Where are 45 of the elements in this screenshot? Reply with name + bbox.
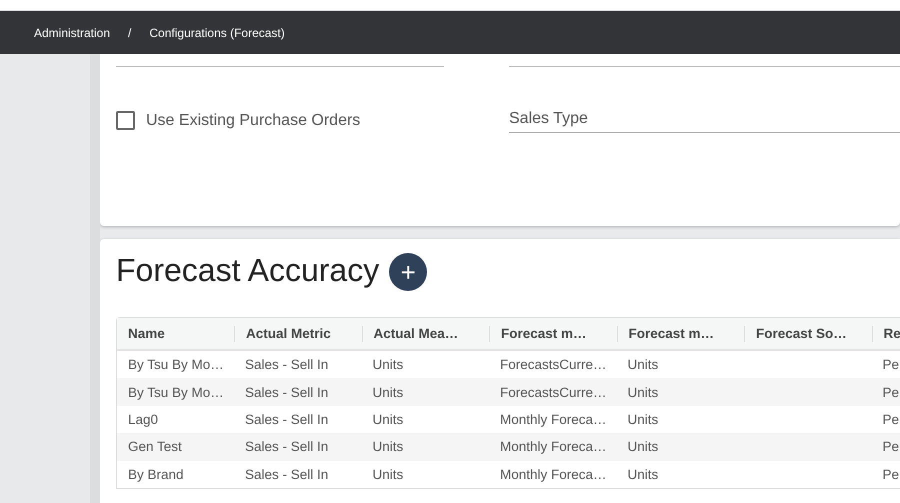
add-button[interactable]: + xyxy=(389,253,428,291)
table-cell: By Brand xyxy=(128,466,184,482)
column-header[interactable]: Actual Metric xyxy=(234,326,362,342)
sales-type-field[interactable]: Sales Type xyxy=(509,110,900,133)
table-cell: Units xyxy=(372,412,404,427)
checkbox[interactable] xyxy=(116,111,135,130)
checkbox-label: Use Existing Purchase Orders xyxy=(146,112,360,130)
column-header[interactable]: Actual Mea… xyxy=(362,326,489,342)
table-cell: Monthly Foreca… xyxy=(500,439,607,454)
table-cell: Pe xyxy=(882,412,900,427)
table-cell: By Tsu By Mo… xyxy=(128,384,224,400)
section-title: Forecast Accuracy xyxy=(116,252,380,288)
table-cell: Sales - Sell In xyxy=(245,384,328,400)
table-cell: Units xyxy=(372,357,404,372)
table-cell: Units xyxy=(628,466,658,482)
table-cell: Sales - Sell In xyxy=(245,439,328,454)
breadcrumb-separator: / xyxy=(128,26,132,40)
table-cell: Pe xyxy=(882,357,900,372)
table-cell: Units xyxy=(628,439,658,454)
table-cell: Units xyxy=(372,466,404,482)
table-cell: Units xyxy=(628,384,658,400)
table-cell: ForecastsCurre… xyxy=(500,357,607,372)
table-cell: Units xyxy=(372,384,404,400)
column-header[interactable]: Re xyxy=(872,326,900,342)
table-cell: Units xyxy=(372,439,404,454)
table-cell: ForecastsCurre… xyxy=(500,384,607,400)
column-header[interactable]: Forecast So… xyxy=(744,326,872,342)
breadcrumb-link[interactable]: Administration xyxy=(34,26,110,40)
table-cell: Pe xyxy=(882,466,900,482)
table-cell: Sales - Sell In xyxy=(245,466,328,482)
column-header[interactable]: Forecast m… xyxy=(489,326,616,342)
table-cell: Monthly Foreca… xyxy=(500,466,607,482)
table-cell: Sales - Sell In xyxy=(245,412,328,427)
table-cell: Sales - Sell In xyxy=(245,357,328,372)
table-cell: Units xyxy=(628,412,658,427)
breadcrumb-link[interactable]: Configurations (Forecast) xyxy=(149,26,285,40)
table-cell: Pe xyxy=(882,384,900,400)
table-cell: Lag0 xyxy=(128,412,158,427)
column-header[interactable]: Forecast m… xyxy=(616,326,744,342)
table-cell: By Tsu By Mo… xyxy=(128,357,224,372)
table-cell: Monthly Foreca… xyxy=(500,412,607,427)
column-header[interactable]: Name xyxy=(117,326,234,342)
table-cell: Pe xyxy=(882,439,900,454)
table-cell: Gen Test xyxy=(128,439,182,454)
table-cell: Units xyxy=(628,357,658,372)
